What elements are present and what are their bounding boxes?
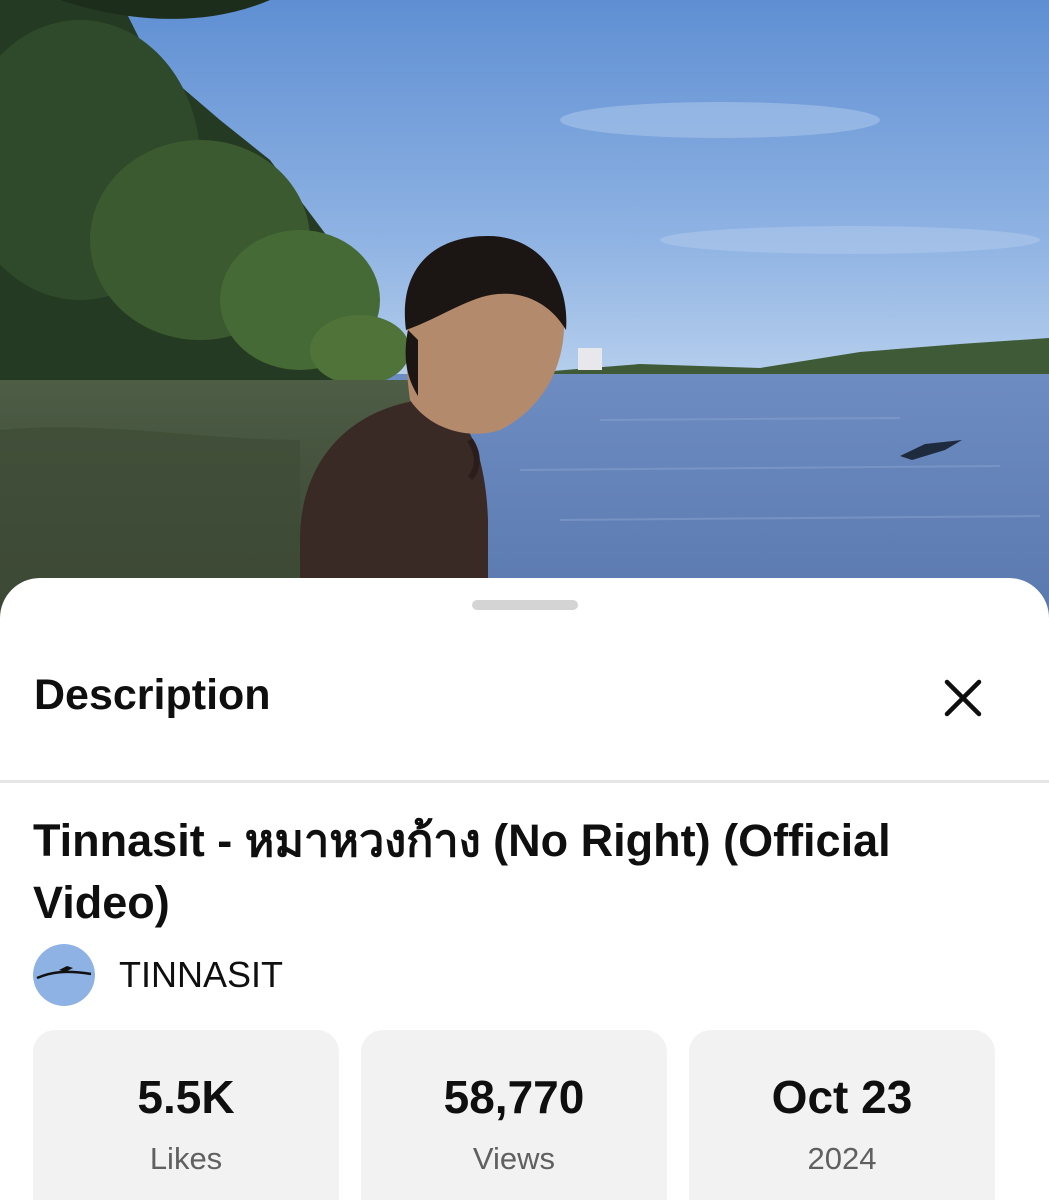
upload-year: 2024 xyxy=(807,1141,877,1176)
upload-date-stat: Oct 23 2024 xyxy=(689,1030,995,1200)
likes-stat: 5.5K Likes xyxy=(33,1030,339,1200)
drag-handle[interactable] xyxy=(472,600,578,610)
header-divider xyxy=(0,780,1049,783)
close-button[interactable] xyxy=(928,666,998,730)
avatar-image xyxy=(33,944,95,1006)
close-icon xyxy=(944,679,982,717)
likes-label: Likes xyxy=(149,1141,223,1176)
views-label: Views xyxy=(472,1141,556,1176)
channel-row[interactable]: TINNASIT xyxy=(33,942,283,1008)
views-count: 58,770 xyxy=(443,1071,585,1123)
views-stat: 58,770 Views xyxy=(361,1030,667,1200)
video-title: Tinnasit - หมาหวงก้าง (No Right) (Offici… xyxy=(33,815,891,928)
video-thumbnail xyxy=(0,0,1049,640)
likes-count: 5.5K xyxy=(137,1071,235,1123)
channel-name[interactable]: TINNASIT xyxy=(119,954,283,996)
channel-avatar[interactable] xyxy=(33,944,95,1006)
upload-date: Oct 23 xyxy=(771,1071,913,1123)
description-sheet: Description Tinnasit - หมาหวงก้าง (No Ri… xyxy=(0,578,1049,1200)
sheet-title: Description xyxy=(34,671,271,719)
video-player[interactable] xyxy=(0,0,1049,640)
